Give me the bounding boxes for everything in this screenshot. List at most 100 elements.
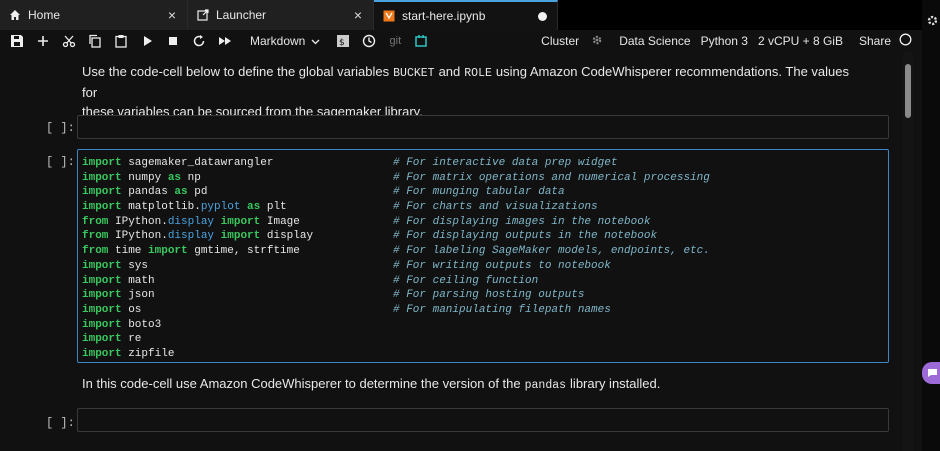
scrollbar-thumb[interactable] — [905, 64, 911, 118]
name-token: time — [108, 245, 149, 258]
comment-token: # For ceiling function — [393, 274, 539, 287]
keyword-token: from — [82, 230, 109, 243]
comment-token: # For charts and visualizations — [393, 201, 598, 214]
clock-icon[interactable] — [356, 30, 382, 52]
close-icon[interactable]: × — [351, 7, 365, 23]
code-line: import matplotlib.pyplot as plt # For cha… — [82, 200, 888, 215]
tab-bar-filler — [558, 0, 922, 30]
keyword-token: import — [82, 274, 122, 287]
name-token: json — [121, 289, 155, 302]
markdown-cell-instructions[interactable]: Use the code-cell below to define the gl… — [82, 62, 862, 121]
keyword-token: import — [82, 186, 122, 199]
markdown-line: Use the code-cell below to define the gl… — [82, 62, 862, 102]
name-token: sys — [121, 259, 149, 272]
name-token: pd — [187, 186, 208, 199]
keyword-token: as — [247, 201, 261, 214]
add-cell-icon[interactable] — [30, 30, 56, 52]
keyword-token: import — [220, 230, 261, 243]
run-icon[interactable] — [134, 30, 160, 52]
restart-icon[interactable] — [186, 30, 212, 52]
code-line: import sagemaker_datawrangler # For inter… — [82, 156, 888, 171]
code-line: import os # For manipulating filepath nam… — [82, 303, 888, 318]
keyword-token: import — [82, 303, 122, 316]
code-line: from time import gmtime, strftime # For l… — [82, 244, 888, 259]
keyword-token: import — [82, 171, 122, 184]
comment-token: # For labeling SageMaker models, endpoin… — [393, 245, 710, 258]
md-text: and — [438, 64, 461, 79]
svg-text:$: $ — [339, 38, 345, 48]
name-token: zipfile — [121, 347, 175, 360]
name-token: gmtime, strftime — [187, 245, 300, 258]
keyword-token: import — [82, 259, 122, 272]
keyword-token: from — [82, 245, 109, 258]
attribute-token: display — [167, 215, 215, 228]
attribute-token: pyplot — [200, 201, 241, 214]
gear-icon[interactable] — [591, 34, 603, 49]
keyword-token: import — [82, 333, 122, 346]
chevron-down-icon — [311, 34, 320, 48]
name-token: boto3 — [121, 318, 162, 331]
terminal-icon[interactable]: $ — [330, 30, 356, 52]
kernel-info: Cluster Data Science Python 3 2 vCPU + 8… — [531, 33, 922, 49]
tab-launcher[interactable]: Launcher × — [188, 0, 374, 30]
attribute-token: display — [167, 230, 215, 243]
markdown-cell-pandas[interactable]: In this code-cell use Amazon CodeWhisper… — [82, 374, 862, 395]
keyword-token: from — [82, 215, 109, 228]
keyword-token: import — [82, 157, 122, 169]
cut-icon[interactable] — [56, 30, 82, 52]
code-line: import sys # For writing outputs to noteb… — [82, 259, 888, 274]
instance-label[interactable]: 2 vCPU + 8 GiB — [758, 34, 843, 48]
tab-home-label: Home — [28, 8, 61, 22]
kernel-label[interactable]: Python 3 — [701, 34, 748, 48]
tab-home[interactable]: Home × — [0, 0, 188, 30]
cell-prompt: [ ]: — [46, 121, 75, 135]
cluster-label[interactable]: Cluster — [541, 34, 579, 48]
name-token: matplotlib. — [121, 201, 201, 214]
code-cell-imports[interactable]: import sagemaker_datawrangler # For inter… — [77, 149, 889, 363]
code-line: import math # For ceiling function — [82, 274, 888, 289]
tab-notebook-label: start-here.ipynb — [402, 9, 486, 23]
stop-icon[interactable] — [160, 30, 186, 52]
notebook-toolbar: Markdown $ git Cluster Data Science Pyth… — [0, 30, 922, 52]
keyword-token: import — [220, 215, 261, 228]
save-icon[interactable] — [4, 30, 30, 52]
fast-forward-icon[interactable] — [212, 30, 238, 52]
code-cell-empty[interactable] — [77, 408, 889, 432]
copy-icon[interactable] — [82, 30, 108, 52]
code-line: import pandas as pd # For munging tabular… — [82, 185, 888, 200]
notebook-icon — [382, 9, 396, 23]
tab-notebook[interactable]: start-here.ipynb — [374, 0, 558, 30]
share-button[interactable]: Share — [859, 34, 891, 48]
keyword-token: as — [174, 186, 188, 199]
code-line: from IPython.display import display # For… — [82, 229, 888, 244]
comment-token: # For interactive data prep widget — [393, 157, 618, 169]
cell-prompt: [ ]: — [46, 155, 75, 169]
comment-token: # For displaying outputs in the notebook — [393, 230, 658, 243]
code-line: import json # For parsing hosting outputs — [82, 288, 888, 303]
name-token: pandas — [121, 186, 175, 199]
name-token: re — [121, 333, 142, 346]
gear-icon[interactable] — [926, 14, 939, 30]
paste-icon[interactable] — [108, 30, 134, 52]
close-icon[interactable]: × — [165, 7, 179, 23]
launcher-icon — [196, 8, 210, 22]
inline-code: BUCKET — [393, 67, 435, 80]
extension-icon[interactable] — [408, 30, 434, 52]
comment-token: # For munging tabular data — [393, 186, 565, 199]
keyword-token: import — [148, 245, 188, 258]
cell-prompt: [ ]: — [46, 416, 75, 430]
keyword-token: import — [82, 318, 122, 331]
cell-type-label: Markdown — [250, 34, 306, 48]
cell-type-select[interactable]: Markdown — [250, 34, 320, 48]
image-label[interactable]: Data Science — [619, 34, 690, 48]
md-text: In this code-cell use Amazon CodeWhisper… — [82, 376, 521, 391]
comment-token: # For displaying images in the notebook — [393, 215, 651, 228]
git-label[interactable]: git — [382, 30, 408, 52]
code-line: from IPython.display import Image # For d… — [82, 215, 888, 230]
code-cell-empty[interactable] — [77, 115, 889, 139]
code-line: import re — [82, 332, 888, 347]
name-token: os — [121, 303, 142, 316]
name-token: IPython. — [108, 230, 168, 243]
keyword-token: as — [167, 171, 182, 184]
assistant-chat-icon[interactable] — [922, 362, 940, 384]
